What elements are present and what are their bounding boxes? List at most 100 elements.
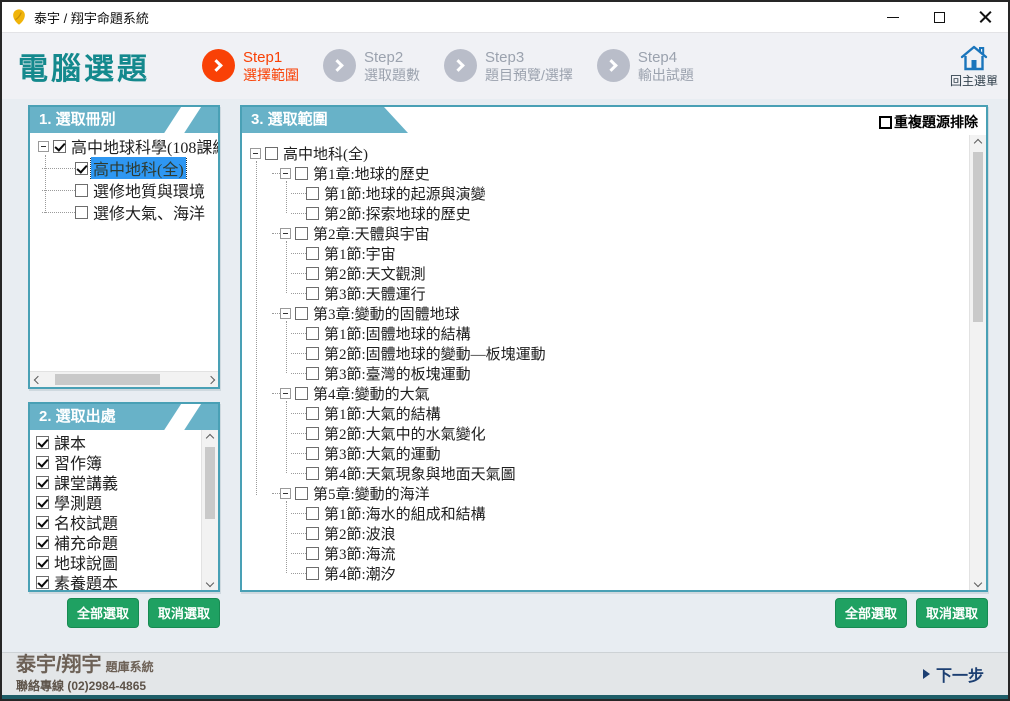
tree-item[interactable]: 素養題本 bbox=[30, 572, 201, 590]
tree-item-label[interactable]: 第1節:海水的組成和結構 bbox=[322, 503, 488, 523]
tree-item-label[interactable]: 第3節:大氣的運動 bbox=[322, 443, 443, 463]
tree-item[interactable]: 第3節:臺灣的板塊運動 bbox=[242, 363, 969, 383]
dedupe-checkbox-row[interactable]: 重複題源排除 bbox=[879, 112, 978, 132]
checkbox[interactable] bbox=[75, 184, 88, 197]
collapse-icon[interactable] bbox=[280, 308, 291, 319]
checkbox[interactable] bbox=[36, 496, 49, 509]
scroll-up-arrow[interactable] bbox=[970, 135, 986, 150]
tree-item[interactable]: 第1節:宇宙 bbox=[242, 243, 969, 263]
deselect-sources-button[interactable]: 取消選取 bbox=[148, 598, 220, 628]
tree-item-label[interactable]: 高中地球科學(108課綱) bbox=[69, 135, 218, 157]
tree-item[interactable]: 名校試題 bbox=[30, 512, 201, 532]
checkbox[interactable] bbox=[306, 427, 319, 440]
tree-item[interactable]: 補充命題 bbox=[30, 532, 201, 552]
checkbox[interactable] bbox=[36, 456, 49, 469]
tree-item-label[interactable]: 高中地科(全) bbox=[91, 157, 186, 179]
tree-item[interactable]: 第5章:變動的海洋 bbox=[242, 483, 969, 503]
checkbox[interactable] bbox=[306, 447, 319, 460]
checkbox[interactable] bbox=[306, 207, 319, 220]
close-button[interactable] bbox=[962, 2, 1008, 32]
select-all-scope-button[interactable]: 全部選取 bbox=[835, 598, 907, 628]
checkbox[interactable] bbox=[306, 187, 319, 200]
scroll-down-arrow[interactable] bbox=[202, 575, 218, 590]
checkbox[interactable] bbox=[306, 267, 319, 280]
deselect-scope-button[interactable]: 取消選取 bbox=[916, 598, 988, 628]
tree-item[interactable]: 第2章:天體與宇宙 bbox=[242, 223, 969, 243]
tree-item[interactable]: 選修大氣、海洋 bbox=[30, 201, 218, 223]
tree-item-label[interactable]: 第1節:大氣的結構 bbox=[322, 403, 443, 423]
scroll-up-arrow[interactable] bbox=[202, 430, 218, 445]
tree-item-label[interactable]: 地球說圖 bbox=[52, 552, 120, 572]
tree-item[interactable]: 第3章:變動的固體地球 bbox=[242, 303, 969, 323]
tree-item-label[interactable]: 第3節:天體運行 bbox=[322, 283, 428, 303]
scroll-down-arrow[interactable] bbox=[970, 575, 986, 590]
checkbox[interactable] bbox=[75, 206, 88, 219]
scrollbar-thumb[interactable] bbox=[973, 152, 983, 322]
tree-item[interactable]: 第4節:潮汐 bbox=[242, 563, 969, 583]
tree-item[interactable]: 第1節:大氣的結構 bbox=[242, 403, 969, 423]
collapse-icon[interactable] bbox=[250, 148, 261, 159]
checkbox[interactable] bbox=[306, 327, 319, 340]
checkbox[interactable] bbox=[36, 536, 49, 549]
checkbox[interactable] bbox=[36, 436, 49, 449]
tree-item-label[interactable]: 第3節:海流 bbox=[322, 543, 398, 563]
tree-item-label[interactable]: 第1節:固體地球的結構 bbox=[322, 323, 473, 343]
tree-item-label[interactable]: 素養題本 bbox=[52, 572, 120, 590]
tree-item-label[interactable]: 第2章:天體與宇宙 bbox=[311, 223, 432, 243]
scroll-right-arrow[interactable] bbox=[203, 372, 218, 387]
tree-item-label[interactable]: 課本 bbox=[52, 432, 88, 452]
tree-item[interactable]: 第3節:大氣的運動 bbox=[242, 443, 969, 463]
tree-item-label[interactable]: 第3節:臺灣的板塊運動 bbox=[322, 363, 473, 383]
tree-item-label[interactable]: 第3章:變動的固體地球 bbox=[311, 303, 462, 323]
next-step-button[interactable]: 下一步 bbox=[923, 662, 984, 686]
tree-item-label[interactable]: 選修地質與環境 bbox=[91, 179, 207, 201]
minimize-button[interactable] bbox=[870, 2, 916, 32]
tree-item[interactable]: 第1節:地球的起源與演變 bbox=[242, 183, 969, 203]
tree-item[interactable]: 第3節:天體運行 bbox=[242, 283, 969, 303]
tree-item-label[interactable]: 名校試題 bbox=[52, 512, 120, 532]
tree-item-label[interactable]: 學測題 bbox=[52, 492, 104, 512]
select-all-sources-button[interactable]: 全部選取 bbox=[67, 598, 139, 628]
checkbox[interactable] bbox=[306, 407, 319, 420]
tree-item[interactable]: 地球說圖 bbox=[30, 552, 201, 572]
checkbox[interactable] bbox=[53, 140, 66, 153]
tree-item[interactable]: 高中地科(全) bbox=[30, 157, 218, 179]
tree-item-label[interactable]: 高中地科(全) bbox=[281, 143, 370, 163]
collapse-icon[interactable] bbox=[280, 388, 291, 399]
checkbox[interactable] bbox=[295, 167, 308, 180]
tree-item-label[interactable]: 習作簿 bbox=[52, 452, 104, 472]
checkbox[interactable] bbox=[306, 467, 319, 480]
checkbox[interactable] bbox=[306, 567, 319, 580]
tree-item[interactable]: 學測題 bbox=[30, 492, 201, 512]
home-button[interactable]: 回主選單 bbox=[950, 44, 998, 89]
checkbox[interactable] bbox=[306, 547, 319, 560]
checkbox[interactable] bbox=[306, 367, 319, 380]
tree-item-label[interactable]: 第4節:潮汐 bbox=[322, 563, 398, 583]
collapse-icon[interactable] bbox=[38, 141, 49, 152]
tree-item[interactable]: 第4節:天氣現象與地面天氣圖 bbox=[242, 463, 969, 483]
checkbox[interactable] bbox=[306, 507, 319, 520]
tree-item-label[interactable]: 第1節:地球的起源與演變 bbox=[322, 183, 488, 203]
checkbox[interactable] bbox=[295, 227, 308, 240]
tree-item-label[interactable]: 補充命題 bbox=[52, 532, 120, 552]
tree-item-label[interactable]: 第2節:探索地球的歷史 bbox=[322, 203, 473, 223]
checkbox[interactable] bbox=[36, 516, 49, 529]
collapse-icon[interactable] bbox=[280, 228, 291, 239]
tree-item-label[interactable]: 第5章:變動的海洋 bbox=[311, 483, 432, 503]
checkbox[interactable] bbox=[306, 247, 319, 260]
scrollbar-thumb[interactable] bbox=[55, 374, 160, 385]
checkbox[interactable] bbox=[265, 147, 278, 160]
tree-item[interactable]: 第4章:變動的大氣 bbox=[242, 383, 969, 403]
tree-item[interactable]: 習作簿 bbox=[30, 452, 201, 472]
tree-item[interactable]: 第1節:海水的組成和結構 bbox=[242, 503, 969, 523]
checkbox[interactable] bbox=[306, 287, 319, 300]
tree-item-label[interactable]: 第4章:變動的大氣 bbox=[311, 383, 432, 403]
collapse-icon[interactable] bbox=[280, 168, 291, 179]
tree-item[interactable]: 第2節:波浪 bbox=[242, 523, 969, 543]
tree-item[interactable]: 第2節:天文觀測 bbox=[242, 263, 969, 283]
tree-item[interactable]: 選修地質與環境 bbox=[30, 179, 218, 201]
checkbox[interactable] bbox=[295, 307, 308, 320]
scroll-left-arrow[interactable] bbox=[30, 372, 45, 387]
tree-item[interactable]: 高中地科(全) bbox=[242, 143, 969, 163]
tree-item-label[interactable]: 第2節:波浪 bbox=[322, 523, 398, 543]
